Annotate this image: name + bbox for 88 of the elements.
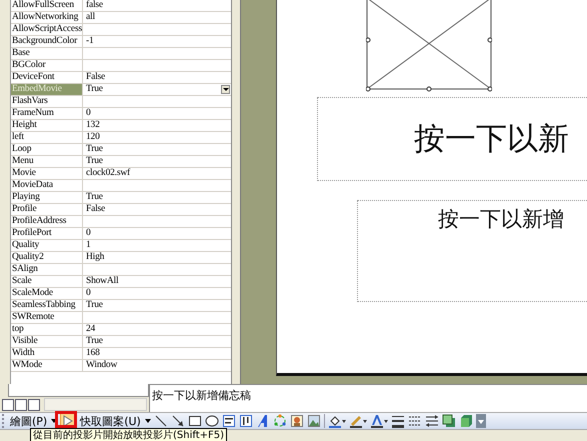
property-value[interactable]: 0 — [86, 108, 91, 119]
property-name[interactable]: FlashVars — [11, 96, 83, 107]
media-placeholder[interactable] — [366, 0, 492, 92]
clip-art-icon[interactable] — [290, 414, 304, 428]
property-name[interactable]: Width — [11, 348, 83, 359]
subtitle-placeholder[interactable]: 按一下以新增 — [357, 200, 587, 302]
picture-icon[interactable] — [306, 414, 321, 428]
title-placeholder-text: 按一下以新 — [414, 120, 569, 159]
property-name[interactable]: BackgroundColor — [11, 36, 83, 47]
property-value[interactable]: True — [86, 84, 103, 95]
property-name[interactable]: SeamlessTabbing — [11, 300, 83, 311]
property-value[interactable]: True — [86, 156, 103, 167]
arrow-icon[interactable] — [170, 414, 185, 428]
property-name[interactable]: MovieData — [11, 180, 83, 191]
slideshow-view-icon[interactable] — [28, 398, 40, 410]
line-icon[interactable] — [154, 414, 168, 428]
caret-icon[interactable] — [144, 419, 151, 423]
property-value[interactable]: True — [86, 336, 103, 347]
property-name[interactable]: SAlign — [11, 264, 83, 275]
fill-color-icon[interactable] — [328, 414, 346, 428]
property-name[interactable]: ProfileAddress — [11, 216, 83, 227]
property-value[interactable]: 168 — [86, 348, 100, 359]
property-value[interactable]: all — [86, 12, 95, 23]
font-color-icon[interactable] — [370, 414, 388, 428]
property-name[interactable]: top — [11, 324, 83, 335]
property-value[interactable]: 1 — [86, 240, 91, 251]
toolbar-options-icon[interactable] — [476, 414, 486, 428]
property-name[interactable]: Base — [11, 48, 83, 59]
property-value[interactable]: High — [86, 252, 104, 263]
property-value[interactable]: 0 — [86, 228, 91, 239]
text-box-icon[interactable] — [222, 414, 236, 428]
property-name[interactable]: Playing — [11, 192, 83, 203]
caret-icon[interactable] — [51, 419, 58, 423]
property-value[interactable]: True — [86, 192, 103, 203]
property-value[interactable]: clock02.swf — [86, 168, 130, 179]
property-name[interactable]: BGColor — [11, 60, 83, 71]
property-name[interactable]: AllowNetworking — [11, 12, 83, 23]
property-name[interactable]: Visible — [11, 336, 83, 347]
autoshapes-menu[interactable]: 快取圖案(U) — [79, 414, 142, 428]
property-name[interactable]: Quality2 — [11, 252, 83, 263]
line-style-icon[interactable] — [390, 414, 405, 428]
property-value[interactable]: False — [86, 204, 106, 215]
line-color-icon[interactable] — [348, 414, 367, 428]
property-name[interactable]: Scale — [11, 276, 83, 287]
property-name[interactable]: Height — [11, 120, 83, 131]
rectangle-icon[interactable] — [188, 414, 202, 428]
property-name[interactable]: Movie — [11, 168, 83, 179]
horizontal-scrollbar[interactable] — [44, 398, 147, 411]
shadow-style-icon[interactable] — [442, 414, 456, 428]
property-name[interactable]: Loop — [11, 144, 83, 155]
property-name[interactable]: Quality — [11, 240, 83, 251]
property-name[interactable]: AllowScriptAccess — [11, 24, 83, 35]
property-name[interactable]: FrameNum — [11, 108, 83, 119]
title-placeholder[interactable]: 按一下以新 — [317, 97, 587, 181]
three-d-style-icon[interactable] — [458, 414, 473, 428]
property-value[interactable]: Window — [86, 360, 118, 371]
property-value[interactable]: 24 — [86, 324, 96, 335]
property-name[interactable]: AllowFullScreen — [11, 0, 83, 11]
draw-menu[interactable]: 繪圖(P) — [9, 414, 48, 428]
notes-placeholder: 按一下以新增備忘稿 — [152, 389, 251, 402]
arrow-style-icon[interactable] — [424, 414, 439, 428]
property-value[interactable]: ShowAll — [86, 276, 118, 287]
property-name[interactable]: left — [11, 132, 83, 143]
property-value[interactable]: True — [86, 144, 103, 155]
property-name[interactable]: ScaleMode — [11, 288, 83, 299]
slide-sorter-icon[interactable] — [15, 398, 27, 410]
wordart-icon[interactable] — [256, 414, 270, 428]
property-name[interactable]: Menu — [11, 156, 83, 167]
property-name[interactable]: Profile — [11, 204, 83, 215]
property-name[interactable]: DeviceFont — [11, 72, 83, 83]
property-name[interactable]: WMode — [11, 360, 83, 371]
property-value[interactable]: 132 — [86, 120, 100, 131]
tooltip-text: 從目前的投影片開始放映投影片(Shift+F5) — [33, 429, 224, 441]
normal-view-icon[interactable] — [2, 398, 14, 410]
property-value[interactable]: -1 — [86, 36, 94, 47]
diagram-icon[interactable] — [272, 414, 287, 428]
subtitle-placeholder-text: 按一下以新增 — [438, 207, 564, 231]
property-value[interactable]: True — [86, 300, 103, 311]
property-value[interactable]: false — [86, 0, 103, 11]
oval-icon[interactable] — [204, 414, 219, 428]
dash-style-icon[interactable] — [408, 414, 422, 428]
property-value[interactable]: 0 — [86, 288, 91, 299]
notes-pane[interactable]: 按一下以新增備忘稿 — [149, 384, 587, 412]
vertical-text-box-icon[interactable] — [238, 414, 253, 428]
property-name[interactable]: SWRemote — [11, 312, 83, 323]
property-value[interactable]: 120 — [86, 132, 100, 143]
property-name[interactable]: ProfilePort — [11, 228, 83, 239]
property-value[interactable]: False — [86, 72, 106, 83]
